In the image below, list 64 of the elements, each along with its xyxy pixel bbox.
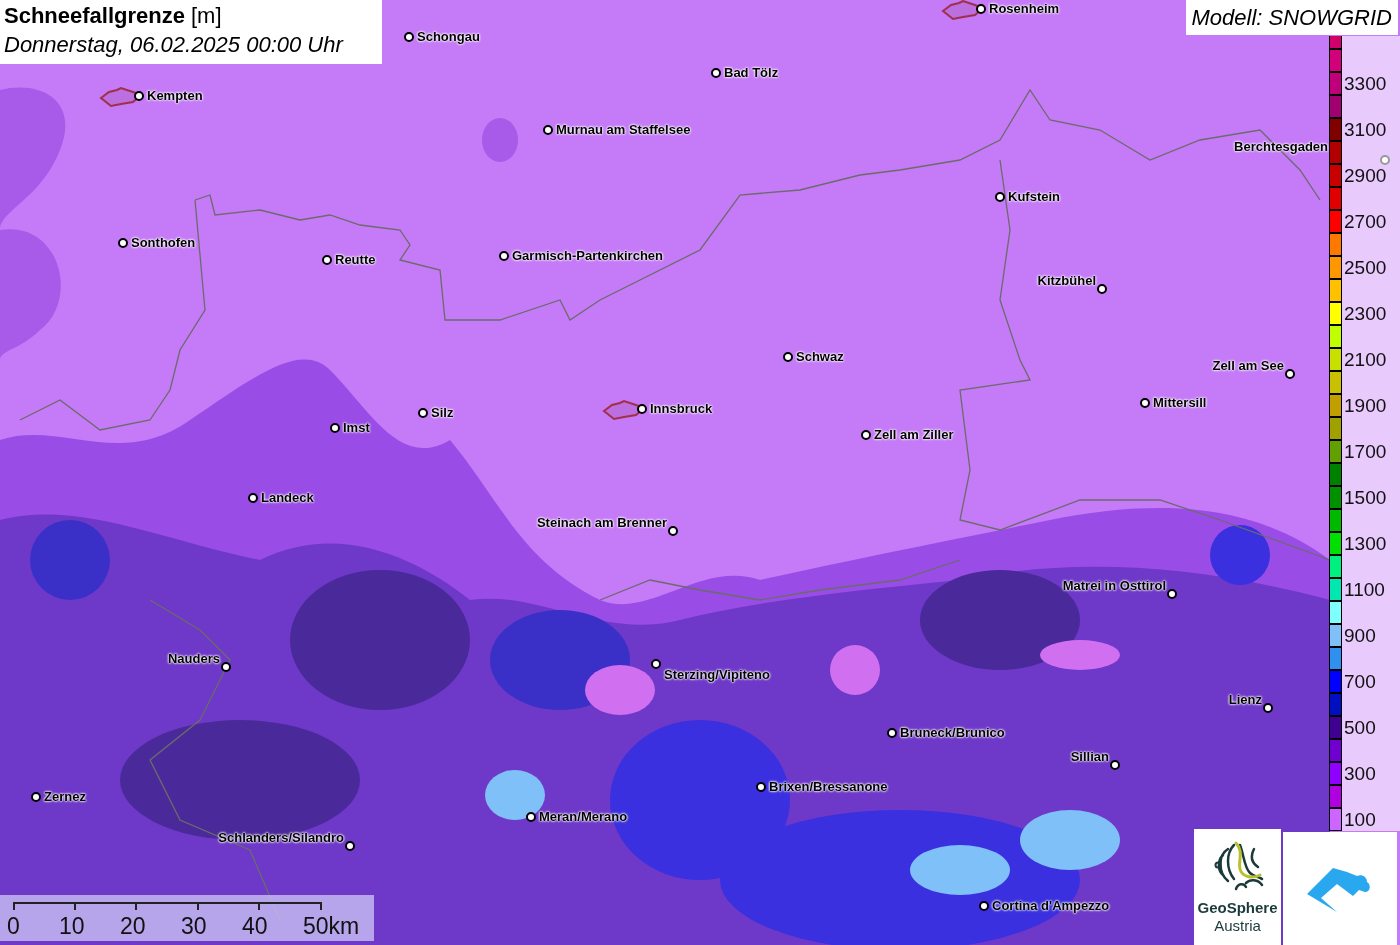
city-label: Bruneck/Brunico <box>900 726 1005 739</box>
city-marker <box>976 4 986 14</box>
date-label: Donnerstag, 06.02.2025 00:00 Uhr <box>4 31 345 59</box>
city-marker <box>134 91 144 101</box>
scale-tick-label: 0 <box>7 915 21 938</box>
city-label: Silz <box>431 406 454 419</box>
legend-value: 3300 <box>1344 74 1387 93</box>
logo-subtitle: Austria <box>1214 917 1261 935</box>
city-label: Landeck <box>261 491 314 504</box>
city-label: Kitzbühel <box>1037 274 1096 287</box>
city-label: Murnau am Staffelsee <box>556 123 691 136</box>
city-marker <box>637 404 647 414</box>
unit-label: [m] <box>190 2 222 30</box>
legend-value: 3100 <box>1344 120 1387 139</box>
legend-value: 2700 <box>1344 212 1387 231</box>
city-label: Rosenheim <box>989 2 1060 15</box>
legend-value: 1100 <box>1344 580 1385 599</box>
scale-bar-icon <box>13 901 323 911</box>
city-label: Bad Tölz <box>724 66 779 79</box>
model-label: Modell: SNOWGRID <box>1191 4 1392 32</box>
city-label: Mittersill <box>1153 396 1207 409</box>
city-label: Imst <box>343 421 370 434</box>
city-label: Lienz <box>1228 693 1262 706</box>
city-label: Schongau <box>417 30 480 43</box>
scale-tick-label: 50km <box>303 915 360 938</box>
legend-value: 700 <box>1344 672 1376 691</box>
city-label: Zernez <box>44 790 86 803</box>
city-label: Brixen/Bressanone <box>769 780 888 793</box>
city-label: Kufstein <box>1008 190 1060 203</box>
legend-value: 2100 <box>1344 350 1387 369</box>
city-label: Cortina d'Ampezzo <box>992 899 1110 912</box>
city-label: Kempten <box>147 89 203 102</box>
legend-value: 1900 <box>1344 396 1387 415</box>
city-label: Innsbruck <box>650 402 713 415</box>
logo-name: GeoSphere <box>1197 899 1278 917</box>
city-label: Sonthofen <box>131 236 196 249</box>
city-label: Steinach am Brenner <box>536 516 667 529</box>
legend-value: 1300 <box>1344 534 1387 553</box>
legend-value: 900 <box>1344 626 1376 645</box>
scale-tick-label: 10 <box>59 915 86 938</box>
legend-value: 1700 <box>1344 442 1387 461</box>
legend-value: 500 <box>1344 718 1376 737</box>
city-label: Zell am See <box>1212 359 1284 372</box>
city-label: Matrei in Osttirol <box>1062 579 1166 592</box>
city-label: Meran/Merano <box>539 810 628 823</box>
city-label: Sterzing/Vipiteno <box>664 668 770 681</box>
legend-value: 100 <box>1344 810 1376 829</box>
legend-value: 1500 <box>1344 488 1387 507</box>
legend-value: 2300 <box>1344 304 1387 323</box>
legend-value: 300 <box>1344 764 1376 783</box>
scale-tick-label: 40 <box>242 915 269 938</box>
city-label: Zell am Ziller <box>874 428 954 441</box>
chevron-cloud-icon <box>1307 865 1373 912</box>
legend-value: 2500 <box>1344 258 1387 277</box>
scale-tick-label: 30 <box>181 915 208 938</box>
city-label: Nauders <box>167 652 220 665</box>
legend-value: 2900 <box>1344 166 1387 185</box>
scale-tick-label: 20 <box>120 915 147 938</box>
city-label: Schlanders/Silandro <box>218 831 344 844</box>
city-label: Sillian <box>1070 750 1109 763</box>
map-title: Schneefallgrenze <box>4 2 185 30</box>
city-label: Reutte <box>335 253 376 266</box>
city-label: Garmisch-Partenkirchen <box>512 249 663 262</box>
city-label: Schwaz <box>796 350 844 363</box>
